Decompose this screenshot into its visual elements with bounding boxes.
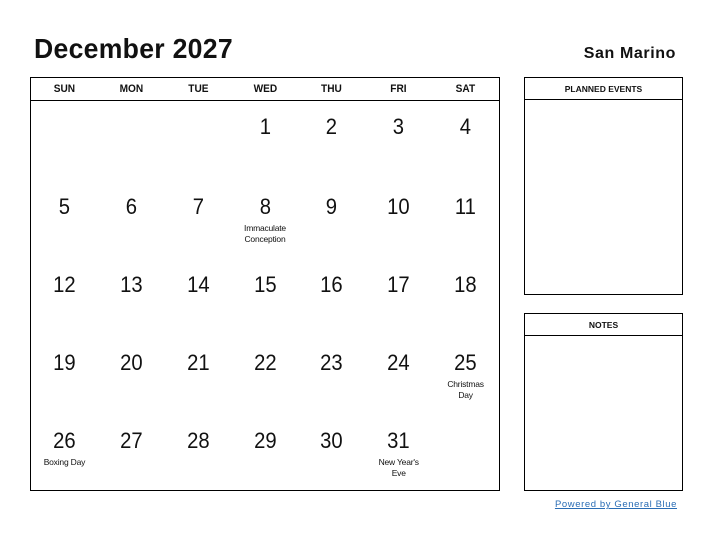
day-number: 6 <box>125 194 137 219</box>
day-number: 13 <box>120 272 143 297</box>
day-number: 12 <box>53 272 76 297</box>
day-cell: 30 <box>298 415 365 493</box>
day-cell: 28 <box>165 415 232 493</box>
day-cell: 5 <box>31 181 98 259</box>
weekday-fri: FRI <box>390 83 407 95</box>
day-number: 23 <box>320 350 344 375</box>
day-number: 27 <box>120 428 143 453</box>
week-row: 12 13 14 15 16 17 18 <box>31 259 499 337</box>
calendar-grid: SUN MON TUE WED THU FRI SAT 1 2 3 4 5 6 7 8 Imma… <box>30 77 500 491</box>
day-cell <box>432 415 499 493</box>
day-number: 1 <box>259 114 271 139</box>
day-cell: 13 <box>98 259 165 337</box>
day-cell: 31 New Year's Eve <box>365 415 432 493</box>
day-number: 8 <box>259 194 271 219</box>
day-cell: 20 <box>98 337 165 415</box>
day-number: 30 <box>320 428 344 453</box>
day-cell: 4 <box>432 101 499 181</box>
day-cell <box>31 101 98 181</box>
day-number: 26 <box>53 428 76 453</box>
planned-events-panel: PLANNED EVENTS <box>524 77 683 295</box>
holiday-label: Christmas Day <box>447 379 484 400</box>
weeks: 1 2 3 4 5 6 7 8 Immaculate Conception 9 10 11 12 13 14… <box>31 101 499 493</box>
weekday-tue: TUE <box>188 83 209 95</box>
notes-panel: NOTES <box>524 313 683 491</box>
day-number: 9 <box>326 194 338 219</box>
day-cell: 11 <box>432 181 499 259</box>
day-number: 21 <box>186 350 210 375</box>
day-cell <box>98 101 165 181</box>
day-number: 29 <box>253 428 277 453</box>
day-cell: 6 <box>98 181 165 259</box>
day-cell: 2 <box>298 101 365 181</box>
day-number: 20 <box>120 350 143 375</box>
day-number: 10 <box>387 194 410 219</box>
week-row: 19 20 21 22 23 24 25 Christmas Day <box>31 337 499 415</box>
day-cell: 24 <box>365 337 432 415</box>
day-number: 25 <box>454 350 477 375</box>
day-cell: 16 <box>298 259 365 337</box>
powered-by-link[interactable]: Powered by General Blue <box>555 499 677 510</box>
day-cell: 21 <box>165 337 232 415</box>
day-cell: 3 <box>365 101 432 181</box>
planned-events-heading: PLANNED EVENTS <box>525 78 682 100</box>
day-cell: 14 <box>165 259 232 337</box>
day-cell: 27 <box>98 415 165 493</box>
week-row: 5 6 7 8 Immaculate Conception 9 10 11 <box>31 181 499 259</box>
day-cell: 12 <box>31 259 98 337</box>
day-cell: 23 <box>298 337 365 415</box>
day-number: 19 <box>53 350 76 375</box>
day-cell: 8 Immaculate Conception <box>232 181 299 259</box>
day-cell: 22 <box>232 337 299 415</box>
day-number: 4 <box>459 114 472 139</box>
day-cell: 18 <box>432 259 499 337</box>
day-cell: 9 <box>298 181 365 259</box>
day-cell: 19 <box>31 337 98 415</box>
day-number: 2 <box>326 114 338 139</box>
day-number: 3 <box>393 114 405 139</box>
day-number: 16 <box>320 272 344 297</box>
day-number: 7 <box>192 194 204 219</box>
day-number: 14 <box>186 272 210 297</box>
notes-heading: NOTES <box>525 314 682 336</box>
weekday-header: SUN MON TUE WED THU FRI SAT <box>31 78 499 101</box>
week-row: 26 Boxing Day 27 28 29 30 31 New Year's Eve <box>31 415 499 493</box>
day-number: 24 <box>387 350 410 375</box>
day-number: 11 <box>455 194 477 219</box>
day-number: 15 <box>253 272 277 297</box>
holiday-label: Boxing Day <box>43 457 86 467</box>
day-number: 22 <box>253 350 277 375</box>
day-number: 31 <box>387 428 410 453</box>
day-cell: 25 Christmas Day <box>432 337 499 415</box>
day-cell <box>165 101 232 181</box>
day-number: 28 <box>186 428 210 453</box>
day-cell: 17 <box>365 259 432 337</box>
holiday-label: New Year's Eve <box>378 457 419 478</box>
day-cell: 10 <box>365 181 432 259</box>
weekday-sun: SUN <box>53 83 76 95</box>
day-number: 5 <box>58 194 71 219</box>
day-number: 18 <box>454 272 477 297</box>
month-title: December 2027 <box>34 33 233 64</box>
holiday-label: Immaculate Conception <box>244 223 286 244</box>
day-cell: 7 <box>165 181 232 259</box>
weekday-wed: WED <box>253 83 277 95</box>
day-cell: 15 <box>232 259 299 337</box>
day-number: 17 <box>387 272 410 297</box>
day-cell: 1 <box>232 101 299 181</box>
week-row: 1 2 3 4 <box>31 101 499 181</box>
weekday-sat: SAT <box>455 83 476 95</box>
weekday-thu: THU <box>321 83 343 95</box>
weekday-mon: MON <box>119 83 144 95</box>
country-name: San Marino <box>583 45 676 62</box>
day-cell: 26 Boxing Day <box>31 415 98 493</box>
day-cell: 29 <box>232 415 299 493</box>
